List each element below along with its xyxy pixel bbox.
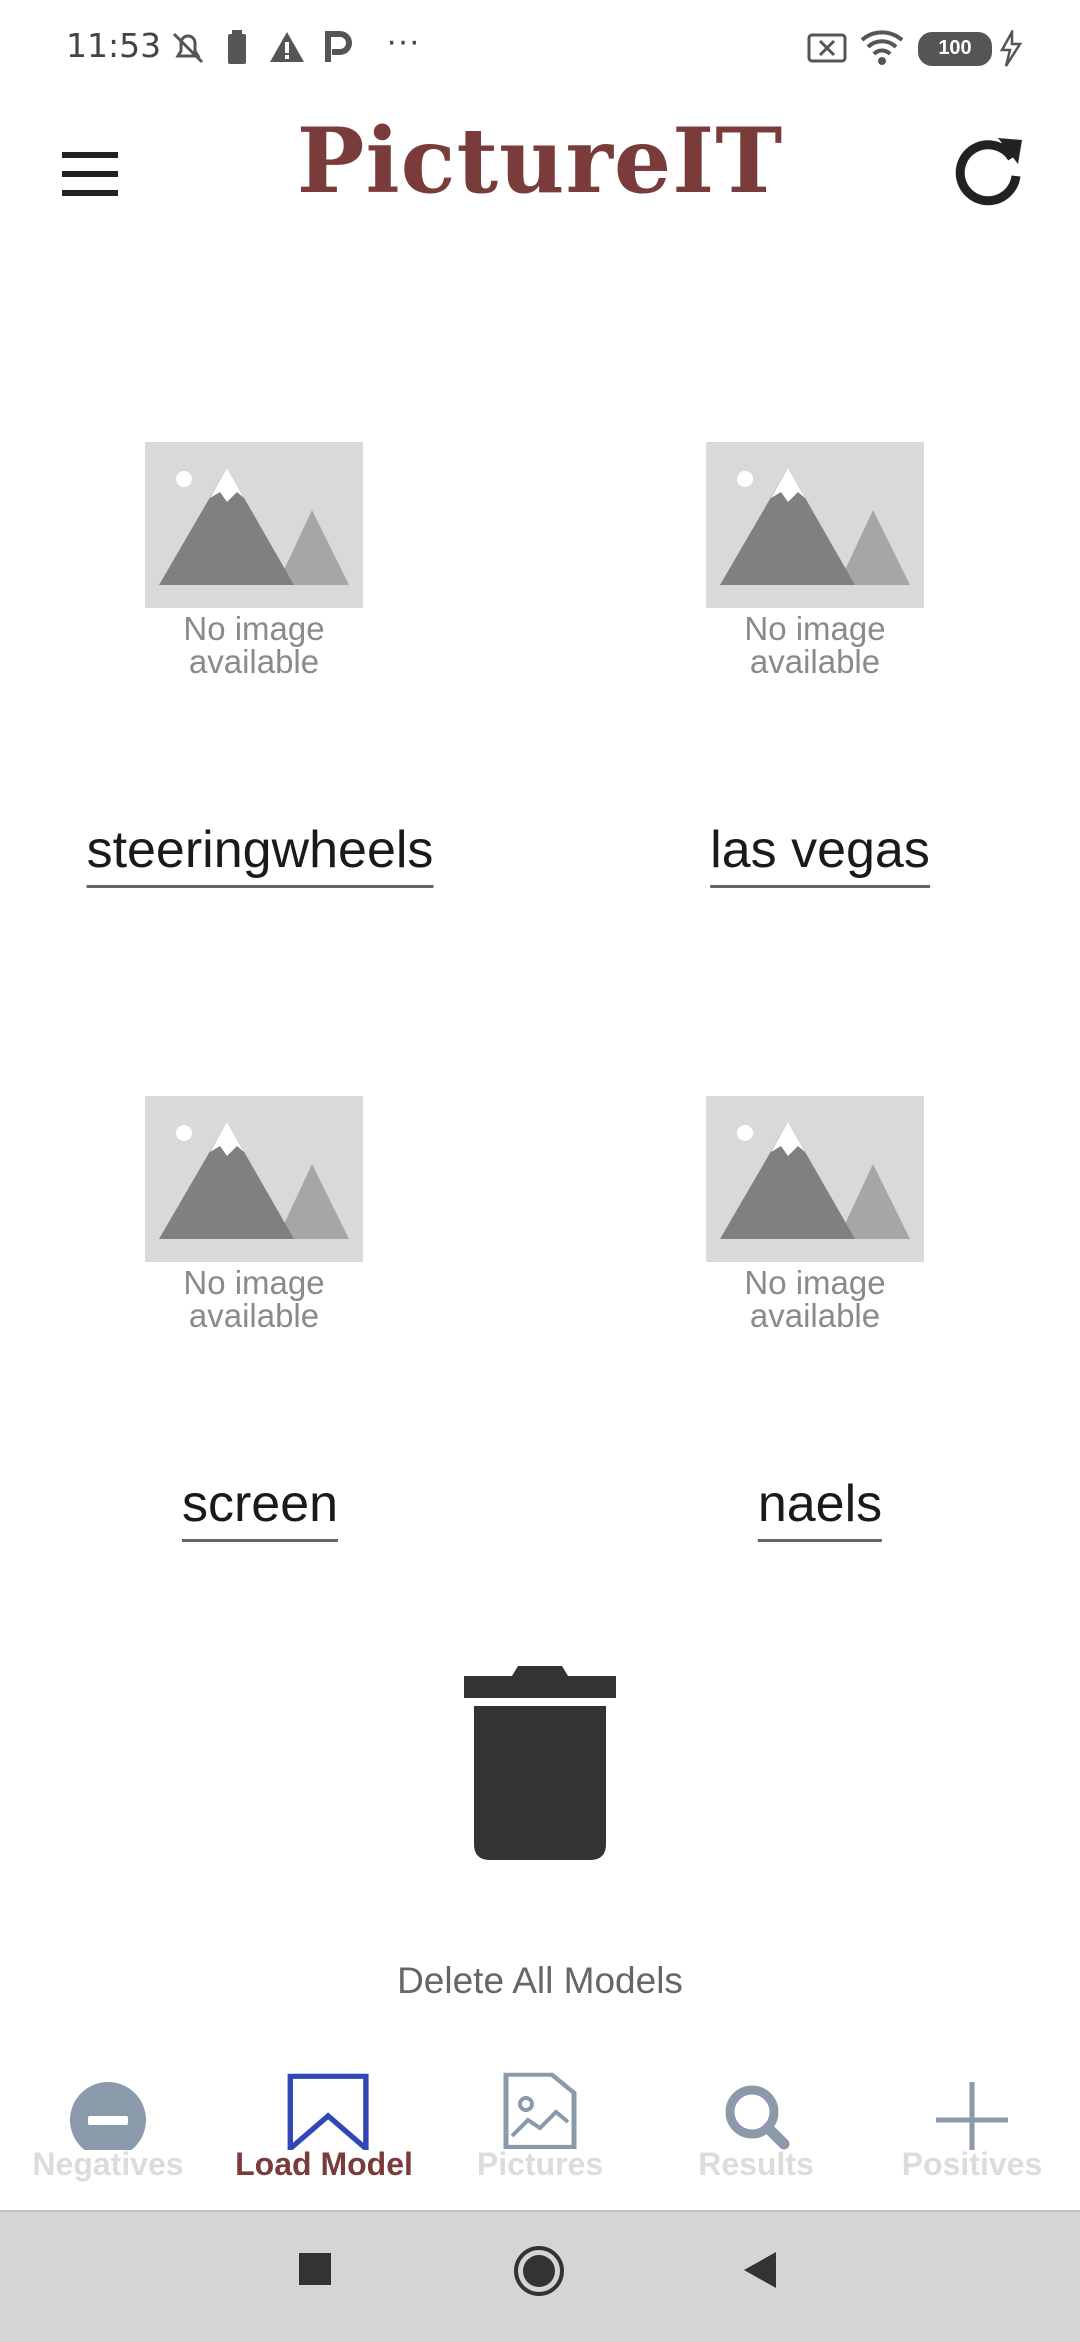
no-image-text: No image available <box>744 1264 886 1334</box>
back-triangle-icon[interactable] <box>740 2250 780 2290</box>
model-name[interactable]: steeringwheels <box>86 821 434 889</box>
no-image-text: No image available <box>183 1264 325 1334</box>
no-image-text: No image available <box>744 610 886 680</box>
sim-disabled-icon <box>807 33 847 63</box>
nav-load-model[interactable]: Load Model <box>216 2040 432 2210</box>
no-image-placeholder-icon <box>706 1096 924 1262</box>
bottom-nav: Negatives Load Model Pictures Results Po… <box>0 2040 1080 2210</box>
refresh-icon[interactable] <box>950 130 1030 210</box>
model-name[interactable]: las vegas <box>710 821 930 889</box>
wifi-icon <box>860 30 904 65</box>
nav-label: Positives <box>901 2146 1043 2182</box>
trash-icon[interactable] <box>462 1664 618 1864</box>
bookmark-icon <box>287 2073 369 2150</box>
no-image-placeholder-icon <box>145 1096 363 1262</box>
nav-negatives[interactable]: Negatives <box>0 2040 216 2210</box>
nav-label: Load Model <box>235 2146 413 2182</box>
no-image-placeholder-icon <box>706 442 924 608</box>
app-bar: PictureIT <box>0 100 1080 240</box>
status-time: 11:53 <box>66 26 162 65</box>
battery-icon: 100 <box>918 32 992 66</box>
nav-positives[interactable]: Positives <box>864 2040 1080 2210</box>
status-bar: 11:53 ··· 100 <box>0 0 1080 100</box>
search-icon <box>725 2085 790 2150</box>
delete-all-models-button[interactable]: Delete All Models <box>0 1960 1080 2002</box>
recents-square-icon[interactable] <box>298 2252 332 2286</box>
picture-file-icon <box>503 2072 577 2149</box>
app-title: PictureIT <box>296 108 784 214</box>
no-image-placeholder-icon <box>145 442 363 608</box>
muted-bell-icon <box>172 32 204 64</box>
system-nav-bar <box>0 2210 1080 2342</box>
nav-label: Results <box>698 2146 814 2182</box>
nav-label: Pictures <box>476 2146 604 2182</box>
plus-icon <box>936 2082 1008 2150</box>
battery-small-icon <box>228 30 246 64</box>
minus-circle-icon <box>70 2082 146 2150</box>
home-circle-icon[interactable] <box>512 2244 566 2298</box>
model-thumbnail[interactable]: No image available <box>142 440 372 700</box>
nav-results[interactable]: Results <box>648 2040 864 2210</box>
parking-icon <box>325 31 352 62</box>
model-name[interactable]: naels <box>757 1475 883 1543</box>
status-overflow: ··· <box>386 22 420 60</box>
nav-pictures[interactable]: Pictures <box>432 2040 648 2210</box>
model-thumbnail[interactable]: No image available <box>703 1094 933 1354</box>
nav-label: Negatives <box>32 2146 184 2182</box>
warning-icon <box>270 32 304 62</box>
no-image-text: No image available <box>183 610 325 680</box>
model-name[interactable]: screen <box>181 1475 339 1543</box>
battery-level: 100 <box>938 37 972 59</box>
model-thumbnail[interactable]: No image available <box>142 1094 372 1354</box>
charging-icon <box>999 30 1023 67</box>
model-thumbnail[interactable]: No image available <box>703 440 933 700</box>
